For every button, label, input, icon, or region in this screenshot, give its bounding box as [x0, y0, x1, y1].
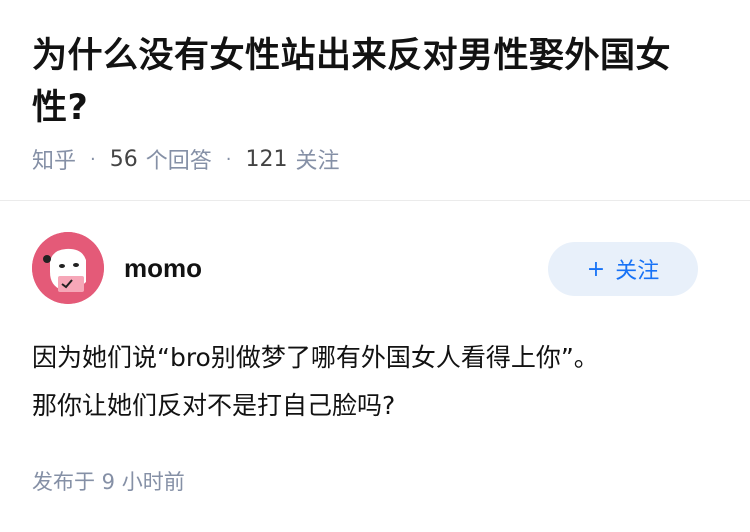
follower-count-label[interactable]: 关注 [296, 143, 340, 175]
follow-button-label: 关注 [615, 259, 660, 284]
question-meta: 知乎 · 56 个回答 · 121 关注 [32, 143, 340, 175]
avatar[interactable] [32, 232, 104, 304]
author-name[interactable]: momo [124, 253, 202, 284]
separator-dot: · [90, 148, 96, 170]
follow-button[interactable]: + 关注 [548, 242, 698, 296]
separator-dot: · [225, 148, 232, 170]
answer-author: momo [32, 232, 202, 304]
question-title[interactable]: 为什么没有女性站出来反对男性娶外国女性? [32, 30, 718, 134]
publish-time: 发布于 9 小时前 [32, 470, 185, 494]
plus-icon: + [586, 256, 606, 282]
section-divider [0, 200, 750, 201]
answer-paragraph: 因为她们说“bro别做梦了哪有外国女人看得上你”。 [32, 343, 599, 372]
answer-paragraph: 那你让她们反对不是打自己脸吗? [32, 391, 396, 420]
answer-count: 56 [109, 146, 138, 172]
follower-count: 121 [245, 146, 288, 172]
answer-count-label[interactable]: 个回答 [146, 143, 212, 175]
source-label[interactable]: 知乎 [32, 143, 76, 175]
answer-content: 因为她们说“bro别做梦了哪有外国女人看得上你”。 那你让她们反对不是打自己脸吗… [32, 334, 722, 430]
avatar-illustration-icon [32, 232, 104, 304]
